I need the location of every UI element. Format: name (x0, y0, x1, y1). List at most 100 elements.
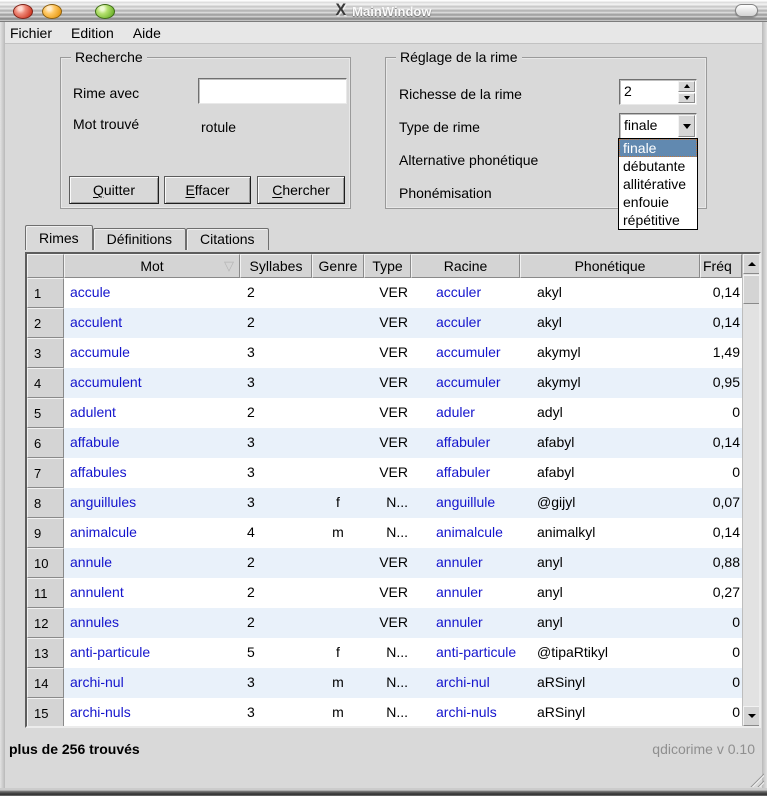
header-corner[interactable] (27, 254, 64, 278)
cell-mot: adulent (70, 404, 116, 420)
row-number-cell[interactable]: 9 (27, 518, 64, 548)
dropdown-option[interactable]: allitérative (619, 175, 697, 193)
window-title: MainWindow (352, 3, 432, 19)
table-row[interactable]: 13 anti-particule 5 f N... anti-particul… (27, 638, 742, 668)
row-number-cell[interactable]: 13 (27, 638, 64, 668)
table-row[interactable]: 4 accumulent 3 VER accumuler akymyl 0,95 (27, 368, 742, 398)
row-number-cell[interactable]: 12 (27, 608, 64, 638)
resize-grip[interactable] (748, 771, 764, 787)
table-row[interactable]: 8 anguillules 3 f N... anguillule @gijyl… (27, 488, 742, 518)
richesse-spinbox[interactable]: 2 (619, 79, 697, 105)
tab-citations[interactable]: Citations (186, 228, 269, 250)
cell-syllabes: 3 (247, 494, 255, 510)
table-row[interactable]: 11 annulent 2 VER annuler anyl 0,27 (27, 578, 742, 608)
cell-freq: 1,49 (712, 344, 740, 360)
combo-arrow-button[interactable] (678, 115, 695, 137)
cell-phonetique: akymyl (537, 344, 581, 360)
tab-rimes[interactable]: Rimes (25, 225, 93, 250)
dropdown-option[interactable]: finale (619, 139, 697, 157)
cell-phonetique: afabyl (537, 464, 575, 480)
cell-syllabes: 2 (247, 614, 255, 630)
header-freq[interactable]: Fréq (700, 254, 742, 278)
menu-aide[interactable]: Aide (133, 25, 161, 41)
cell-mot: anguillules (70, 494, 137, 510)
table-row[interactable]: 15 archi-nuls 3 m N... archi-nuls aRSiny… (27, 698, 742, 726)
cell-genre (312, 398, 364, 428)
header-syllabes[interactable]: Syllabes (240, 254, 312, 278)
row-number-cell[interactable]: 8 (27, 488, 64, 518)
row-number-cell[interactable]: 1 (27, 278, 64, 308)
row-number-cell[interactable]: 15 (27, 698, 64, 726)
row-number-cell[interactable]: 7 (27, 458, 64, 488)
spin-up-button[interactable] (678, 81, 695, 92)
cell-genre (312, 548, 364, 578)
cell-freq: 0 (732, 674, 740, 690)
table-row[interactable]: 5 adulent 2 VER aduler adyl 0 (27, 398, 742, 428)
table-row[interactable]: 10 annule 2 VER annuler anyl 0,88 (27, 548, 742, 578)
row-number-cell[interactable]: 5 (27, 398, 64, 428)
cell-phonetique: akyl (537, 284, 562, 300)
table-row[interactable]: 9 animalcule 4 m N... animalcule animalk… (27, 518, 742, 548)
header-phonetique[interactable]: Phonétique (520, 254, 700, 278)
cell-phonetique: aRSinyl (537, 704, 586, 720)
cell-type: VER (379, 314, 408, 330)
cell-freq: 0,14 (712, 314, 740, 330)
cell-racine: annuler (436, 584, 483, 600)
cell-type: N... (386, 524, 408, 540)
scrollbar-thumb[interactable] (743, 275, 759, 304)
dropdown-option[interactable]: enfouie (619, 193, 697, 211)
dropdown-option[interactable]: débutante (619, 157, 697, 175)
table-row[interactable]: 14 archi-nul 3 m N... archi-nul aRSinyl … (27, 668, 742, 698)
cell-phonetique: aRSinyl (537, 674, 586, 690)
dropdown-option[interactable]: répétitive (619, 211, 697, 229)
row-number-cell[interactable]: 11 (27, 578, 64, 608)
row-number-cell[interactable]: 2 (27, 308, 64, 338)
header-racine[interactable]: Racine (411, 254, 520, 278)
spin-down-button[interactable] (678, 92, 695, 103)
scrollbar-track[interactable] (742, 254, 759, 726)
scroll-up-button[interactable] (743, 254, 759, 274)
chercher-button[interactable]: Chercher (257, 176, 345, 204)
sort-descending-icon[interactable]: ▽ (224, 255, 234, 277)
header-type[interactable]: Type (364, 254, 411, 278)
tab-definitions[interactable]: Définitions (92, 228, 187, 250)
menu-fichier[interactable]: Fichier (10, 25, 52, 41)
quitter-button[interactable]: Quitter (69, 176, 159, 204)
row-number-cell[interactable]: 14 (27, 668, 64, 698)
header-genre[interactable]: Genre (312, 254, 364, 278)
toolbar-pill-button[interactable] (735, 4, 758, 17)
cell-racine: annuler (436, 554, 483, 570)
cell-syllabes: 4 (247, 524, 255, 540)
row-number-cell[interactable]: 6 (27, 428, 64, 458)
scroll-down-button[interactable] (743, 706, 759, 726)
table-row[interactable]: 3 accumule 3 VER accumuler akymyl 1,49 (27, 338, 742, 368)
cell-syllabes: 5 (247, 644, 255, 660)
table-row[interactable]: 2 acculent 2 VER acculer akyl 0,14 (27, 308, 742, 338)
row-number-cell[interactable]: 10 (27, 548, 64, 578)
cell-phonetique: animalkyl (537, 524, 596, 540)
header-mot[interactable]: Mot ▽ (64, 254, 240, 278)
cell-phonetique: anyl (537, 614, 563, 630)
row-number-cell[interactable]: 3 (27, 338, 64, 368)
type-rime-combobox[interactable]: finale (619, 113, 697, 139)
cell-racine: anguillule (436, 494, 496, 510)
row-number-cell[interactable]: 4 (27, 368, 64, 398)
effacer-button[interactable]: Effacer (164, 176, 251, 204)
title-bar[interactable]: X MainWindow (0, 0, 767, 22)
cell-mot: acculent (70, 314, 123, 330)
menu-edition[interactable]: Edition (71, 25, 114, 41)
richesse-value: 2 (624, 83, 632, 99)
table-row[interactable]: 7 affabules 3 VER affabuler afabyl 0 (27, 458, 742, 488)
rime-avec-input[interactable] (198, 78, 347, 104)
cell-freq: 0 (732, 614, 740, 630)
table-header: Mot ▽ Syllabes Genre Type Racine Phonéti… (27, 254, 759, 278)
cell-type: N... (386, 704, 408, 720)
table-row[interactable]: 6 affabule 3 VER affabuler afabyl 0,14 (27, 428, 742, 458)
cell-freq: 0,88 (712, 554, 740, 570)
cell-phonetique: akyl (537, 314, 562, 330)
spin-up-icon (683, 84, 690, 89)
cell-racine: acculer (436, 284, 482, 300)
table-row[interactable]: 12 annules 2 VER annuler anyl 0 (27, 608, 742, 638)
cell-type: VER (379, 344, 408, 360)
table-row[interactable]: 1 accule 2 VER acculer akyl 0,14 (27, 278, 742, 308)
